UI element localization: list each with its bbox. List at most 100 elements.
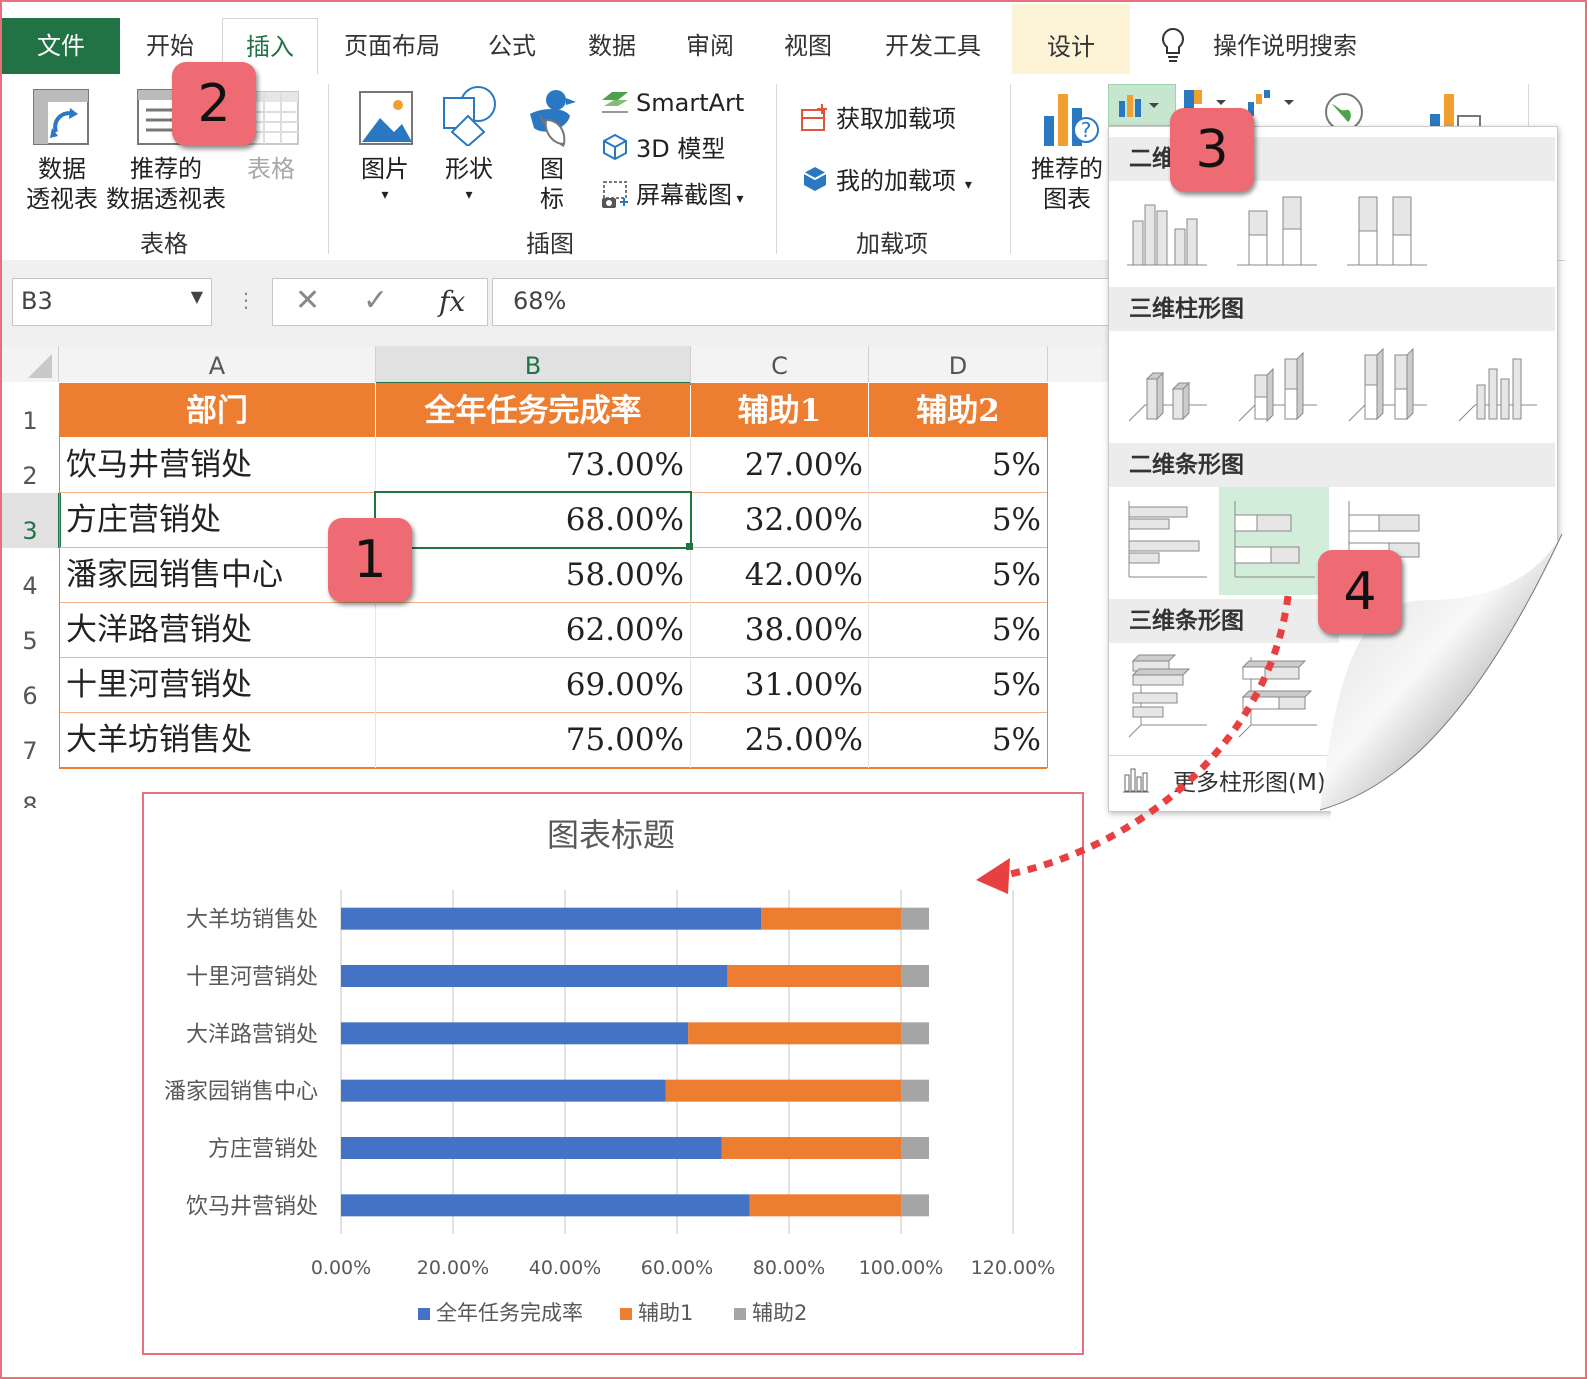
section-3d-column: 三维柱形图: [1109, 287, 1555, 331]
row-header[interactable]: 5: [2, 603, 58, 658]
row-header[interactable]: 8: [2, 768, 58, 808]
cancel-icon[interactable]: ✕: [295, 283, 320, 318]
cell-value[interactable]: 5%: [869, 438, 1041, 493]
cell-value[interactable]: 69.00%: [376, 658, 684, 713]
pivot-table-icon[interactable]: [32, 88, 90, 146]
table-button[interactable]: 表格: [238, 154, 304, 184]
stacked-column-icon[interactable]: [1235, 191, 1319, 267]
percent-stacked-column-icon[interactable]: [1345, 191, 1429, 267]
header-cell-department[interactable]: 部门: [59, 383, 375, 437]
tab-data[interactable]: 数据: [572, 18, 652, 74]
y-category-label: 方庄营销处: [208, 1137, 318, 1162]
legend-label: 全年任务完成率: [436, 1301, 583, 1325]
chevron-down-icon: ▼: [190, 287, 203, 306]
cell-department[interactable]: 方庄营销处: [66, 493, 366, 548]
row-header[interactable]: 7: [2, 713, 58, 768]
pivot-table-button[interactable]: 数据 透视表: [22, 154, 102, 214]
picture-button[interactable]: 图片 ▾: [352, 154, 418, 206]
column-header-c[interactable]: C: [691, 346, 869, 382]
cell-department[interactable]: 饮马井营销处: [66, 438, 366, 493]
cell-value[interactable]: 32.00%: [691, 493, 863, 548]
cell-value[interactable]: 38.00%: [691, 603, 863, 658]
3d-percent-stacked-column-icon[interactable]: [1345, 345, 1429, 425]
tell-me-search[interactable]: 操作说明搜索: [1210, 18, 1360, 74]
bar-segment: [721, 1137, 901, 1159]
chart-plot-area: 图表标题 0.00% 20.00% 40.00% 60.00% 80.00% 100.00%…: [164, 816, 1055, 1325]
row-header[interactable]: 3: [2, 493, 61, 548]
cell-value[interactable]: 25.00%: [691, 713, 863, 768]
header-cell-aux2[interactable]: 辅助2: [869, 383, 1047, 437]
insert-column-bar-chart-button[interactable]: [1108, 84, 1176, 126]
group-label-addins: 加载项: [856, 230, 928, 258]
cell-value[interactable]: 73.00%: [376, 438, 684, 493]
enter-check-icon[interactable]: ✓: [363, 283, 388, 318]
3d-model-button[interactable]: 3D 模型: [636, 134, 725, 164]
lightbulb-icon: [1162, 27, 1184, 62]
tab-developer[interactable]: 开发工具: [868, 18, 998, 74]
screenshot-button[interactable]: 屏幕截图 ▾: [636, 180, 743, 214]
recommended-charts-button[interactable]: 推荐的 图表: [1028, 154, 1106, 214]
bar-segment: [901, 1079, 929, 1102]
icons-button[interactable]: 图标: [522, 154, 582, 214]
cell-value[interactable]: 31.00%: [691, 658, 863, 713]
column-header-d[interactable]: D: [869, 346, 1048, 382]
recommended-charts-icon[interactable]: ?: [1040, 90, 1100, 150]
cell-department[interactable]: 十里河营销处: [66, 658, 366, 713]
3d-stacked-column-icon[interactable]: [1235, 345, 1319, 425]
insert-function-icon[interactable]: fx: [439, 285, 465, 318]
cell-value[interactable]: 5%: [869, 493, 1041, 548]
section-2d-bar: 二维条形图: [1109, 443, 1555, 487]
shapes-button[interactable]: 形状 ▾: [436, 154, 502, 206]
bar-segment: [901, 965, 929, 987]
cell-value[interactable]: 58.00%: [376, 548, 684, 603]
3d-column-icon[interactable]: [1455, 345, 1539, 425]
tab-page-layout[interactable]: 页面布局: [332, 18, 452, 74]
tab-review[interactable]: 审阅: [670, 18, 750, 74]
icons-icon[interactable]: [522, 86, 582, 148]
active-cell-b3[interactable]: [374, 491, 692, 549]
cell-department[interactable]: 大洋路营销处: [66, 603, 366, 658]
column-header-b[interactable]: B: [376, 346, 691, 385]
tab-file[interactable]: 文件: [2, 18, 120, 74]
column-header-e[interactable]: [1048, 346, 1112, 382]
waterfall-chart-icon[interactable]: [1246, 88, 1300, 118]
bar-segment: [665, 1079, 901, 1102]
get-addins-button[interactable]: 获取加载项: [836, 104, 956, 134]
fill-handle[interactable]: [686, 543, 693, 550]
my-addins-button[interactable]: 我的加载项 ▾: [836, 166, 972, 200]
tab-design[interactable]: 设计: [1012, 4, 1130, 74]
name-box[interactable]: B3 ▼: [12, 278, 212, 326]
3d-clustered-column-icon[interactable]: [1125, 345, 1209, 425]
formula-bar-area: B3 ▼ ⋮ ✕ ✓ fx 68%: [2, 260, 1112, 346]
cell-value[interactable]: 62.00%: [376, 603, 684, 658]
dotted-arrow-annotation: [976, 595, 1292, 894]
column-header-a[interactable]: A: [59, 346, 376, 382]
row-header[interactable]: 4: [2, 548, 58, 603]
legend-label: 辅助1: [638, 1301, 693, 1325]
select-all-corner[interactable]: [2, 346, 59, 382]
row-header[interactable]: 6: [2, 658, 58, 713]
row-header[interactable]: 1: [2, 383, 58, 438]
bar-segment: [761, 907, 901, 930]
smartart-button[interactable]: SmartArt: [636, 88, 744, 118]
cell-department[interactable]: 潘家园销售中心: [66, 548, 366, 603]
stacked-bar-chart[interactable]: 图表标题 0.00% 20.00% 40.00% 60.00% 80.00% 100.00%…: [142, 792, 1084, 1355]
shapes-icon[interactable]: [438, 84, 500, 146]
row-header[interactable]: 2: [2, 438, 58, 493]
header-cell-completion[interactable]: 全年任务完成率: [376, 383, 690, 437]
header-cell-aux1[interactable]: 辅助1: [691, 383, 868, 437]
cube-3d-icon: [603, 133, 627, 161]
cell-department[interactable]: 大羊坊销售处: [66, 713, 366, 768]
tab-view[interactable]: 视图: [768, 18, 848, 74]
formula-input[interactable]: 68%: [492, 278, 1110, 326]
cell-value[interactable]: 27.00%: [691, 438, 863, 493]
cell-value[interactable]: 42.00%: [691, 548, 863, 603]
cell-value[interactable]: 75.00%: [376, 713, 684, 768]
x-tick-label: 20.00%: [417, 1257, 489, 1279]
tab-formulas[interactable]: 公式: [472, 18, 552, 74]
recommended-pivot-button[interactable]: 推荐的 数据透视表: [104, 154, 228, 214]
more-dots-icon: ⋮: [236, 288, 256, 312]
picture-icon[interactable]: [358, 90, 414, 146]
bar-segment: [901, 1022, 929, 1045]
clustered-column-icon[interactable]: [1125, 191, 1209, 267]
